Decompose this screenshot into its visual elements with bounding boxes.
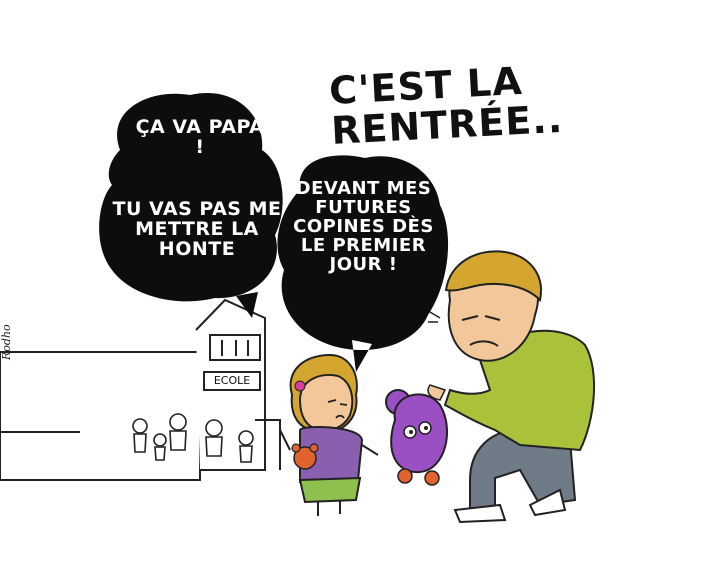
artist-signature: Rodho bbox=[0, 324, 13, 360]
purple-toy bbox=[385, 389, 449, 486]
school-building bbox=[0, 298, 281, 481]
dad-figure bbox=[427, 250, 595, 524]
speech-bubble-1-line-1: ÇA VA PAPA ! bbox=[135, 116, 265, 158]
girl-figure bbox=[279, 353, 379, 516]
speech-bubble-2-text: DEVANT MES FUTURES COPINES DÈS LE PREMIE… bbox=[293, 178, 434, 275]
school-sign: ECOLE bbox=[213, 374, 251, 387]
cartoon-canvas: C'EST LA RENTRÉE.. ÇA VA PAPA ! TU VAS P… bbox=[0, 0, 710, 568]
speech-bubble-1-line-2: TU VAS PAS ME METTRE LA HONTE bbox=[112, 198, 282, 260]
